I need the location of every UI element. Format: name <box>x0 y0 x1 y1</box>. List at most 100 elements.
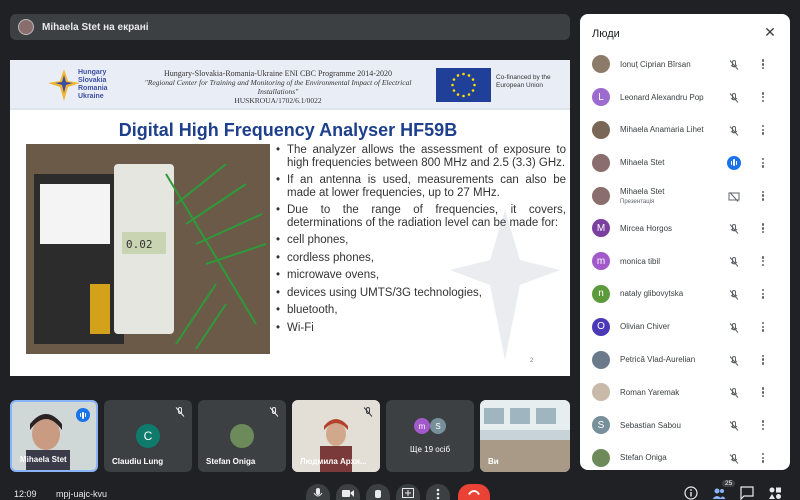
avatar: S <box>592 416 610 435</box>
chat-icon[interactable] <box>740 486 754 500</box>
avatar <box>592 55 610 74</box>
tile-stefan-oniga[interactable]: Stefan Oniga <box>198 400 286 472</box>
mic-off-icon <box>175 407 185 417</box>
mic-off-icon[interactable] <box>728 58 740 71</box>
tile-claudiu-lung[interactable]: C Claudiu Lung <box>104 400 192 472</box>
avatar <box>592 448 610 467</box>
eu-star <box>462 94 465 98</box>
tile-more-people[interactable]: m S Ще 19 осіб <box>386 400 474 472</box>
more-options-button[interactable] <box>426 484 450 500</box>
more-vert-icon <box>436 488 440 500</box>
people-icon[interactable] <box>712 486 726 500</box>
mic-off-icon[interactable] <box>728 419 740 431</box>
more-vert-icon[interactable] <box>758 190 768 202</box>
avatar: O <box>592 317 610 336</box>
more-vert-icon[interactable] <box>758 386 768 398</box>
more-vert-icon[interactable] <box>758 354 768 366</box>
meet-screen: Mihaela Stet на екрані Hungary Slovakia … <box>0 0 800 500</box>
tile-mihaela-stet[interactable]: Mihaela Stet <box>10 400 98 472</box>
activities-icon[interactable] <box>768 486 782 500</box>
speaking-icon <box>727 155 741 170</box>
participant-row[interactable]: Roman Yaremak <box>580 376 790 409</box>
hsru-star-icon <box>48 69 80 101</box>
more-vert-icon[interactable] <box>758 91 768 103</box>
avatar: S <box>430 418 446 434</box>
participant-name: Mircea Horgos <box>620 223 673 233</box>
camera-button[interactable] <box>336 484 360 500</box>
eu-star <box>456 93 460 96</box>
participant-name: Mihaela Anamaria Lihet <box>620 125 704 135</box>
mic-off-icon[interactable] <box>728 452 740 464</box>
present-button[interactable] <box>396 484 420 500</box>
eu-star <box>467 93 471 96</box>
participant-name: nataly glibovytska <box>620 289 684 299</box>
more-vert-icon[interactable] <box>758 255 768 267</box>
leave-call-button[interactable] <box>458 484 490 500</box>
avatar <box>230 424 254 448</box>
more-vert-icon[interactable] <box>758 157 768 169</box>
mic-button[interactable] <box>306 484 330 500</box>
tile-label: Людмила Архи... <box>300 457 367 466</box>
camera-icon <box>342 490 354 497</box>
tile-you[interactable]: Ви <box>480 400 570 472</box>
more-vert-icon[interactable] <box>758 222 768 234</box>
participant-row[interactable]: n nataly glibovytska <box>580 278 790 311</box>
more-vert-icon[interactable] <box>758 419 768 431</box>
mic-off-icon[interactable] <box>728 288 740 300</box>
participant-name: Sebastian Sabou <box>620 420 681 430</box>
avatar <box>592 153 610 172</box>
svg-text:0.02: 0.02 <box>126 238 153 251</box>
tile-liudmyla[interactable]: Людмила Архи... <box>292 400 380 472</box>
mic-off-icon[interactable] <box>728 124 740 136</box>
participant-row[interactable]: M Mircea Horgos <box>580 212 790 245</box>
more-vert-icon[interactable] <box>758 452 768 464</box>
participant-row[interactable]: Mihaela Anamaria Lihet <box>580 114 790 147</box>
bullet: If an antenna is used, measurements can … <box>274 174 566 199</box>
raise-hand-button[interactable] <box>366 484 390 500</box>
participant-row[interactable]: Mihaela Stet Презентація <box>580 179 790 212</box>
mic-off-icon[interactable] <box>728 321 740 333</box>
participant-name: Petrică Vlad-Aurelian <box>620 355 696 365</box>
eu-star <box>473 83 476 87</box>
more-vert-icon[interactable] <box>758 321 768 333</box>
participant-name: Roman Yaremak <box>620 387 680 397</box>
meeting-time: 12:09 <box>14 489 37 499</box>
mic-off-icon[interactable] <box>728 222 740 235</box>
mic-off-icon[interactable] <box>728 255 740 268</box>
participant-row[interactable]: Ionuț Ciprian Bîrsan <box>580 48 790 81</box>
people-panel-title: Люди <box>592 28 620 40</box>
avatar: m <box>592 252 610 271</box>
avatar <box>592 120 610 139</box>
presenter-bar[interactable]: Mihaela Stet на екрані <box>10 14 570 40</box>
more-vert-icon[interactable] <box>758 58 768 70</box>
eu-flag-icon <box>436 68 491 102</box>
participant-row[interactable]: O Olivian Chiver <box>580 310 790 343</box>
eu-star <box>471 89 475 92</box>
hsru-logo: Hungary Slovakia Romania Ukraine <box>48 67 120 103</box>
participant-name: Ionuț Ciprian Bîrsan <box>620 59 691 69</box>
close-icon[interactable]: ✕ <box>762 24 778 40</box>
participant-row[interactable]: m monica tibil <box>580 245 790 278</box>
presentation-off-icon[interactable] <box>728 190 740 202</box>
participant-row[interactable]: Petrică Vlad-Aurelian <box>580 343 790 376</box>
mic-off-icon[interactable] <box>728 91 740 104</box>
more-vert-icon[interactable] <box>758 288 768 300</box>
participant-row[interactable]: L Leonard Alexandru Pop <box>580 81 790 114</box>
eu-star <box>462 72 465 76</box>
meeting-code[interactable]: mpj-uajc-kvu <box>56 489 107 499</box>
participant-row[interactable]: S Sebastian Sabou <box>580 409 790 442</box>
eu-star <box>467 74 471 77</box>
mic-off-icon[interactable] <box>728 354 740 366</box>
participant-name: Olivian Chiver <box>620 322 670 332</box>
more-vert-icon[interactable] <box>758 124 768 136</box>
info-icon[interactable] <box>684 486 698 500</box>
mic-off-icon[interactable] <box>728 386 740 399</box>
avatar: m <box>414 418 430 434</box>
participant-name: Stefan Oniga <box>620 453 667 463</box>
slide-page-number: 2 <box>530 358 534 364</box>
speaking-icon <box>76 408 90 422</box>
participant-row[interactable]: Stefan Oniga <box>580 442 790 470</box>
avatar <box>592 383 610 402</box>
participant-row[interactable]: Mihaela Stet <box>580 146 790 179</box>
eu-star <box>452 89 456 92</box>
